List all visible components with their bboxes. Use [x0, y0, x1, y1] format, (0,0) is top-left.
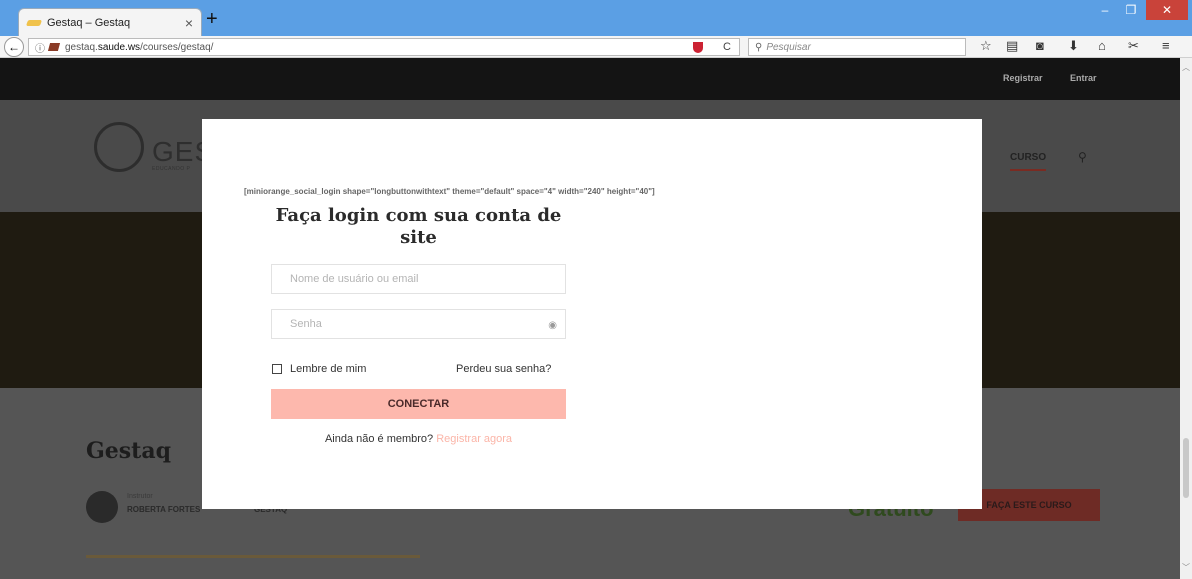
- menu-icon[interactable]: ≡: [1162, 38, 1170, 53]
- not-member-text: Ainda não é membro?: [324, 433, 434, 445]
- pocket-icon[interactable]: ◙: [1036, 38, 1044, 53]
- password-field[interactable]: ◉: [271, 309, 566, 339]
- new-tab-icon[interactable]: +: [206, 9, 218, 29]
- site-topbar: Registrar Entrar: [0, 58, 1180, 100]
- remember-checkbox[interactable]: [272, 364, 282, 374]
- scroll-thumb[interactable]: [1183, 438, 1189, 498]
- page-scrollbar[interactable]: ︿ ﹀: [1180, 58, 1192, 579]
- window-close-icon[interactable]: ✕: [1146, 0, 1188, 20]
- bookmarks-list-icon[interactable]: ▤: [1006, 38, 1018, 54]
- bookmark-star-icon[interactable]: ☆: [980, 38, 992, 54]
- forgot-password-link[interactable]: Perdeu sua senha?: [456, 363, 551, 375]
- register-top-link[interactable]: Registrar: [1003, 73, 1043, 83]
- remember-label[interactable]: Lembre de mim: [290, 363, 366, 375]
- search-input[interactable]: ⚲ Pesquisar: [748, 38, 966, 56]
- login-top-link[interactable]: Entrar: [1070, 73, 1097, 83]
- password-input[interactable]: [290, 318, 565, 330]
- tab-underline: [86, 555, 420, 558]
- browser-titlebar: Gestaq – Gestaq × + – ❐ ✕: [0, 0, 1192, 36]
- scroll-down-icon[interactable]: ﹀: [1182, 562, 1190, 573]
- extension-icon[interactable]: ✂: [1128, 38, 1139, 54]
- url-bar[interactable]: ⓘ gestaq.saude.ws/courses/gestaq/ C: [28, 38, 740, 56]
- tab-title: Gestaq – Gestaq: [47, 16, 131, 29]
- remember-me[interactable]: Lembre de mim: [272, 363, 366, 375]
- search-icon: ⚲: [755, 41, 763, 53]
- back-arrow-icon[interactable]: ←: [4, 37, 24, 57]
- username-input[interactable]: [290, 273, 565, 285]
- instructor-label: Instrutor: [127, 493, 153, 500]
- login-title: Faça login com sua conta de site: [275, 205, 562, 248]
- url-text: gestaq.saude.ws/courses/gestaq/: [65, 41, 214, 53]
- home-icon[interactable]: ⌂: [1098, 38, 1106, 53]
- eye-icon[interactable]: ◉: [548, 320, 557, 331]
- insecure-lock-icon: [47, 43, 61, 51]
- shortcode-text: [miniorange_social_login shape="longbutt…: [244, 187, 655, 196]
- graduation-cap-icon: [27, 18, 41, 28]
- avatar: [86, 491, 118, 523]
- reload-icon[interactable]: C: [723, 41, 731, 53]
- site-search-icon[interactable]: ⚲: [1078, 150, 1087, 164]
- info-icon[interactable]: ⓘ: [35, 40, 45, 55]
- download-icon[interactable]: ⬇: [1068, 38, 1079, 54]
- register-prompt: Ainda não é membro? Registrar agora: [271, 433, 566, 445]
- close-tab-icon[interactable]: ×: [185, 15, 193, 31]
- username-field[interactable]: [271, 264, 566, 294]
- course-title: Gestaq: [86, 438, 171, 464]
- scroll-up-icon[interactable]: ︿: [1182, 62, 1190, 73]
- browser-tab[interactable]: Gestaq – Gestaq ×: [18, 8, 202, 36]
- shield-icon[interactable]: [693, 42, 703, 53]
- restore-icon[interactable]: ❐: [1118, 0, 1144, 20]
- minimize-icon[interactable]: –: [1092, 0, 1118, 20]
- logo-icon[interactable]: [94, 122, 144, 172]
- search-placeholder: Pesquisar: [766, 41, 811, 53]
- instructor-name[interactable]: ROBERTA FORTES: [127, 505, 200, 514]
- browser-navbar: ← ⓘ gestaq.saude.ws/courses/gestaq/ C ⚲ …: [0, 36, 1192, 58]
- register-now-link[interactable]: Registrar agora: [436, 433, 512, 445]
- logo-subtitle: EDUCANDO P: [152, 166, 191, 172]
- login-modal: [miniorange_social_login shape="longbutt…: [202, 119, 982, 509]
- nav-curso[interactable]: CURSO: [1010, 152, 1047, 171]
- connect-button[interactable]: CONECTAR: [271, 389, 566, 419]
